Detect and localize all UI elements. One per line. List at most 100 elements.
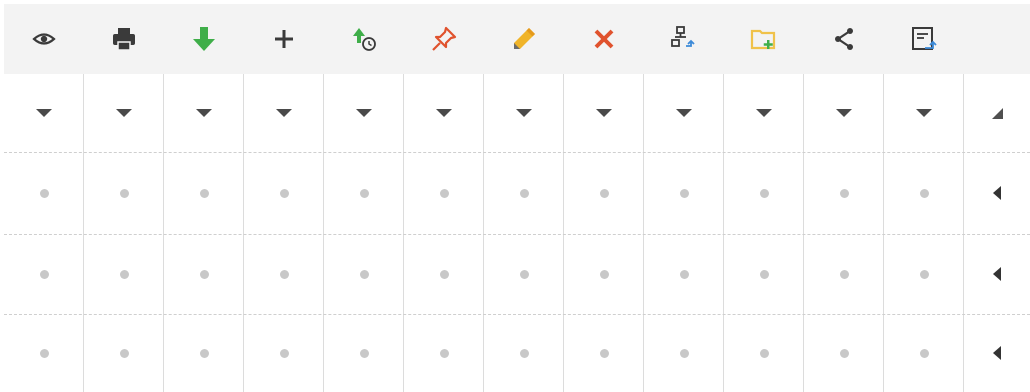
hierarchy-button[interactable] [644, 4, 724, 74]
grid-cell[interactable] [644, 314, 724, 392]
grid-cell[interactable] [724, 152, 804, 234]
grid-cell[interactable] [4, 234, 84, 314]
caret-left-icon [993, 186, 1001, 200]
chevron-down-icon [36, 109, 52, 117]
grid-cell[interactable] [644, 152, 724, 234]
dot-marker [839, 188, 849, 198]
dot-marker [199, 348, 209, 358]
dot-marker [919, 269, 929, 279]
column-filter-dropdown[interactable] [324, 74, 404, 152]
report-return-icon [912, 27, 937, 50]
grid-cell[interactable] [724, 234, 804, 314]
upload-scheduled-button[interactable] [324, 4, 404, 74]
report-return-button[interactable] [884, 4, 964, 74]
grid-cell[interactable] [324, 314, 404, 392]
column-filter-dropdown[interactable] [724, 74, 804, 152]
dot-marker [519, 188, 529, 198]
grid-cell[interactable] [84, 234, 164, 314]
delete-button[interactable] [564, 4, 644, 74]
grid-cell[interactable] [164, 314, 244, 392]
grid-cell[interactable] [564, 152, 644, 234]
chevron-down-icon [356, 109, 372, 117]
share-button[interactable] [804, 4, 884, 74]
grid-cell[interactable] [244, 314, 324, 392]
grid-cell[interactable] [484, 152, 564, 234]
chevron-down-icon [756, 109, 772, 117]
grid-cell[interactable] [564, 234, 644, 314]
view-button[interactable] [4, 4, 84, 74]
grid-cell[interactable] [404, 234, 484, 314]
upload-clock-icon [353, 28, 376, 51]
dot-marker [519, 348, 529, 358]
add-button[interactable] [244, 4, 324, 74]
grid-cell[interactable] [4, 314, 84, 392]
grid-cell[interactable] [244, 234, 324, 314]
grid-cell[interactable] [564, 314, 644, 392]
print-button[interactable] [84, 4, 164, 74]
dot-marker [39, 269, 49, 279]
column-filter-dropdown[interactable] [884, 74, 964, 152]
dot-marker [359, 269, 369, 279]
column-filter-dropdown[interactable] [4, 74, 84, 152]
grid-cell[interactable] [324, 234, 404, 314]
dot-marker [839, 348, 849, 358]
column-filter-dropdown[interactable] [564, 74, 644, 152]
row-expand-toggle[interactable] [964, 152, 1030, 234]
grid-cell[interactable] [484, 234, 564, 314]
grid-cell[interactable] [164, 152, 244, 234]
download-arrow-icon [193, 27, 215, 51]
grid-cell[interactable] [804, 234, 884, 314]
grid-cell[interactable] [804, 152, 884, 234]
grid-cell[interactable] [644, 234, 724, 314]
grid-cell[interactable] [884, 314, 964, 392]
dot-marker [759, 269, 769, 279]
grid-cell[interactable] [324, 152, 404, 234]
dot-marker [439, 348, 449, 358]
row-expand-toggle[interactable] [964, 314, 1030, 392]
grid-cell[interactable] [804, 314, 884, 392]
hierarchy-icon [671, 26, 695, 47]
dot-marker [599, 188, 609, 198]
column-filter-dropdown[interactable] [484, 74, 564, 152]
edit-button[interactable] [484, 4, 564, 74]
chevron-down-icon [916, 109, 932, 117]
grid-cell[interactable] [484, 314, 564, 392]
caret-left-icon [993, 267, 1001, 281]
dot-marker [199, 269, 209, 279]
column-filter-dropdown[interactable] [244, 74, 324, 152]
column-filter-dropdown[interactable] [404, 74, 484, 152]
grid-cell[interactable] [404, 152, 484, 234]
column-filter-dropdown[interactable] [644, 74, 724, 152]
row-expand-toggle[interactable] [964, 234, 1030, 314]
new-folder-button[interactable] [724, 4, 804, 74]
share-icon [835, 28, 853, 50]
header-corner-toggle[interactable] [964, 74, 1030, 152]
column-filter-dropdown[interactable] [84, 74, 164, 152]
grid-cell[interactable] [884, 152, 964, 234]
grid-cell[interactable] [724, 314, 804, 392]
dot-marker [359, 348, 369, 358]
column-filter-dropdown[interactable] [164, 74, 244, 152]
chevron-down-icon [596, 109, 612, 117]
dot-marker [119, 188, 129, 198]
dot-marker [39, 348, 49, 358]
grid-cell[interactable] [84, 152, 164, 234]
download-button[interactable] [164, 4, 244, 74]
column-filter-dropdown[interactable] [804, 74, 884, 152]
grid-cell[interactable] [404, 314, 484, 392]
grid-cell[interactable] [164, 234, 244, 314]
dot-marker [919, 188, 929, 198]
dot-marker [519, 269, 529, 279]
dot-marker [439, 188, 449, 198]
grid-cell[interactable] [884, 234, 964, 314]
chevron-down-icon [276, 109, 292, 117]
dot-marker [279, 188, 289, 198]
grid-cell[interactable] [4, 152, 84, 234]
chevron-down-icon [436, 109, 452, 117]
grid-cell[interactable] [244, 152, 324, 234]
dot-marker [759, 188, 769, 198]
dot-marker [679, 269, 689, 279]
pin-button[interactable] [404, 4, 484, 74]
dot-marker [679, 188, 689, 198]
grid-cell[interactable] [84, 314, 164, 392]
